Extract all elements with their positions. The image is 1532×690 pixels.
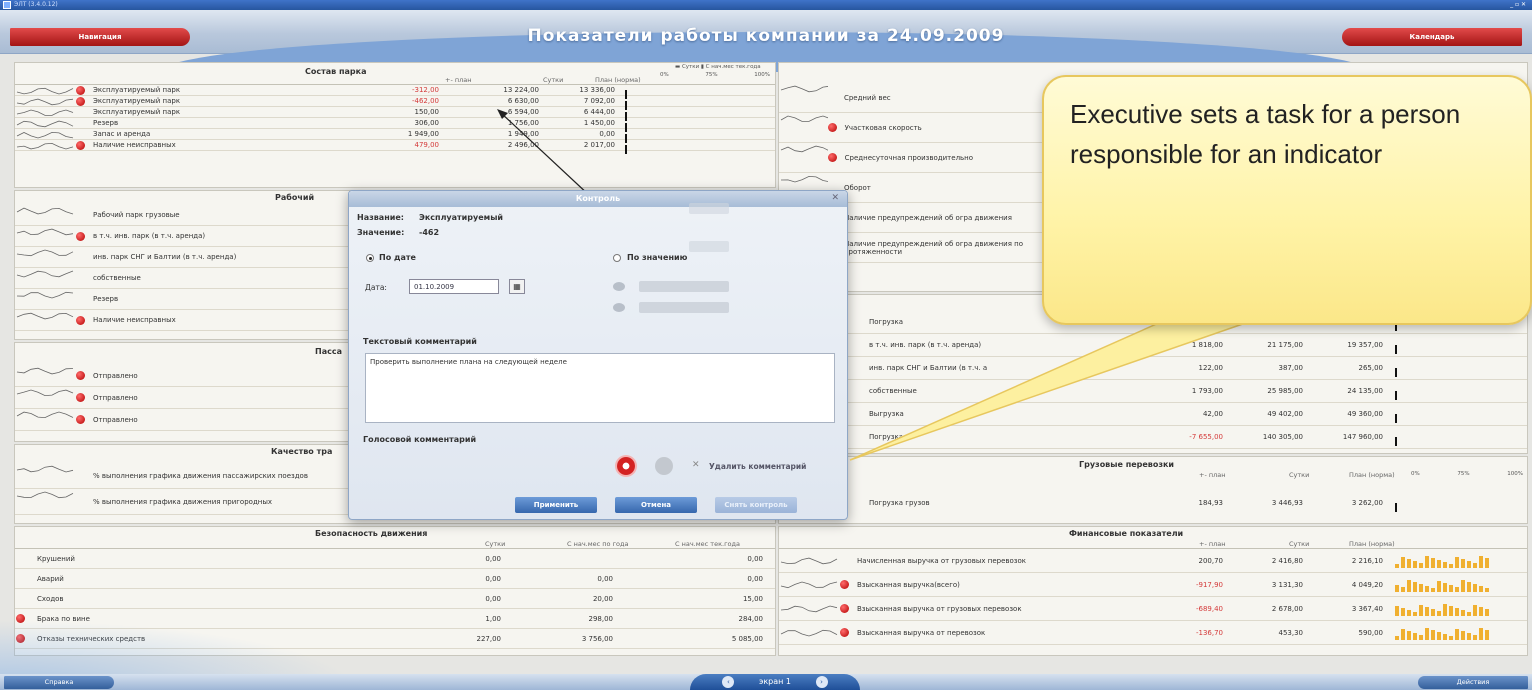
callout-text: Executive sets a task for a person respo…	[1070, 99, 1461, 169]
next-page-icon[interactable]: ›	[815, 675, 828, 688]
actions-button[interactable]: Действия	[1418, 676, 1528, 689]
prev-page-icon[interactable]: ‹	[722, 675, 735, 688]
footer: Справка ‹ экран 1 › Действия	[0, 674, 1532, 690]
help-button[interactable]: Справка	[4, 676, 114, 689]
page-label: экран 1	[758, 677, 792, 686]
pager: ‹ экран 1 ›	[690, 674, 860, 690]
